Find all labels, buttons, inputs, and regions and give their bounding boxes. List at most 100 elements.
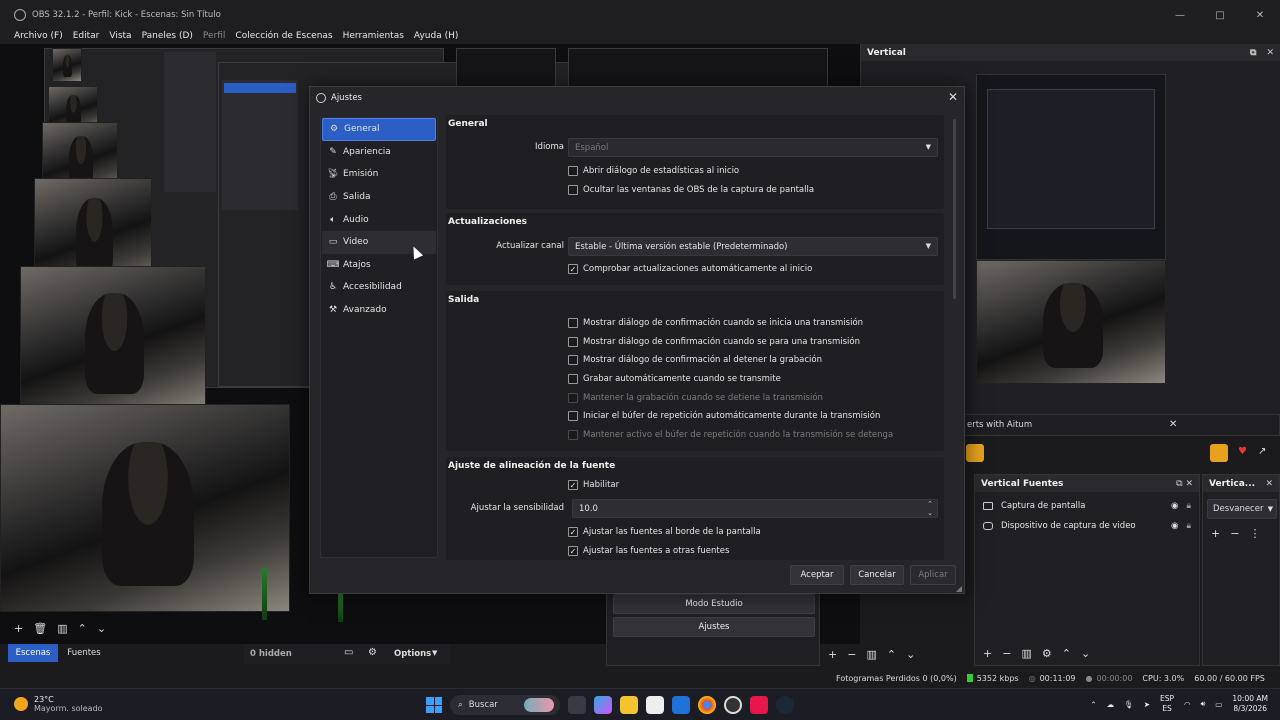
- menu-paneles[interactable]: Paneles (D): [142, 31, 193, 41]
- menu-coleccion-escenas[interactable]: Colección de Escenas: [235, 31, 332, 41]
- vertical-transitions-close-icon[interactable]: ✕: [1265, 479, 1273, 489]
- outlook-icon[interactable]: [672, 696, 690, 714]
- studio-mode-button[interactable]: Modo Estudio: [613, 594, 815, 614]
- add-transition-icon[interactable]: +: [1211, 527, 1220, 540]
- move-down-icon[interactable]: ⌄: [1081, 647, 1090, 660]
- checkbox-row[interactable]: Grabar automáticamente cuando se transmi…: [568, 374, 781, 384]
- filters-icon[interactable]: ▥: [1021, 647, 1031, 660]
- copilot-icon[interactable]: [594, 696, 612, 714]
- menu-archivo[interactable]: Archivo (F): [14, 31, 63, 41]
- move-up-icon[interactable]: ⌃: [1062, 647, 1071, 660]
- remove-transition-icon[interactable]: −: [1230, 527, 1239, 540]
- checkbox-checked[interactable]: ✓: [568, 480, 578, 490]
- checkbox[interactable]: [568, 374, 578, 384]
- menu-ayuda[interactable]: Ayuda (H): [414, 31, 458, 41]
- trash-icon[interactable]: 🗑︎: [33, 622, 47, 635]
- sidebar-item-apariencia[interactable]: ✎ Apariencia: [322, 141, 436, 164]
- task-view-icon[interactable]: [568, 696, 586, 714]
- vertical-panel-close-icon[interactable]: ✕: [1266, 48, 1274, 58]
- checkbox-row[interactable]: ✓ Habilitar: [568, 480, 619, 490]
- resize-grip-icon[interactable]: ◢: [956, 584, 962, 593]
- move-up-icon[interactable]: ⌃: [887, 648, 896, 661]
- ok-button[interactable]: Aceptar: [790, 565, 844, 585]
- filters-icon[interactable]: ▥: [57, 622, 67, 635]
- sidebar-item-audio[interactable]: 🔈︎ Audio: [322, 208, 436, 231]
- properties-gear-icon[interactable]: ⚙: [1042, 647, 1052, 660]
- settings-button[interactable]: Ajustes: [613, 617, 815, 637]
- language-select[interactable]: Español ▼: [568, 138, 938, 157]
- eye-icon[interactable]: ◉: [1171, 521, 1178, 531]
- checkbox-row[interactable]: Ocultar las ventanas de OBS de la captur…: [568, 185, 814, 195]
- sensitivity-spinbox[interactable]: 10.0 ⌃ ⌄: [572, 499, 938, 518]
- close-icon[interactable]: ✕: [948, 90, 958, 104]
- lock-icon[interactable]: 🔒︎: [1186, 521, 1191, 531]
- checkbox-checked[interactable]: ✓: [568, 527, 578, 537]
- remove-icon[interactable]: −: [847, 648, 856, 661]
- channel-select[interactable]: Estable - Última versión estable (Predet…: [568, 237, 938, 256]
- sidebar-item-avanzado[interactable]: ⚒ Avanzado: [322, 299, 436, 322]
- file-explorer-icon[interactable]: [620, 696, 638, 714]
- sidebar-item-accesibilidad[interactable]: ♿︎ Accesibilidad: [322, 276, 436, 299]
- sidebar-item-emision[interactable]: 📡︎ Emisión: [322, 163, 436, 186]
- settings-content[interactable]: General Idioma Español ▼ Abrir diálogo d…: [446, 115, 952, 560]
- more-options-icon[interactable]: ⋮: [1249, 527, 1260, 540]
- move-down-icon[interactable]: ⌄: [906, 648, 915, 661]
- checkbox-row[interactable]: Abrir diálogo de estadísticas al inicio: [568, 166, 739, 176]
- apply-button[interactable]: Aplicar: [910, 565, 956, 585]
- checkbox-checked[interactable]: ✓: [568, 546, 578, 556]
- checkbox-checked[interactable]: ✓: [568, 264, 578, 274]
- eye-icon[interactable]: ◉: [1171, 501, 1178, 511]
- transition-select[interactable]: Desvanecer ▼: [1207, 499, 1277, 519]
- dock-share-icon[interactable]: ↗: [1258, 446, 1266, 457]
- cancel-button[interactable]: Cancelar: [850, 565, 904, 585]
- checkbox-row[interactable]: ✓ Ajustar las fuentes a otras fuentes: [568, 546, 729, 556]
- checkbox-row[interactable]: Iniciar el búfer de repetición automátic…: [568, 411, 880, 421]
- menu-vista[interactable]: Vista: [109, 31, 131, 41]
- dock-heart-icon[interactable]: ♥: [1238, 446, 1247, 457]
- lock-icon[interactable]: 🔒︎: [1186, 501, 1191, 511]
- move-up-icon[interactable]: ⌃: [78, 622, 87, 635]
- store-icon[interactable]: [646, 696, 664, 714]
- tiktok-icon[interactable]: [750, 696, 768, 714]
- microphone-icon[interactable]: 🎙︎: [1124, 700, 1134, 709]
- cloud-icon[interactable]: ☁: [1107, 700, 1115, 709]
- clock[interactable]: 10:00 AM 8/3/2026: [1232, 694, 1268, 714]
- menu-perfil[interactable]: Perfil: [203, 31, 226, 41]
- sidebar-item-salida[interactable]: ⎙ Salida: [322, 186, 436, 209]
- scrollbar-thumb[interactable]: [953, 119, 956, 299]
- checkbox-row[interactable]: Mostrar diálogo de confirmación cuando s…: [568, 337, 860, 347]
- menu-editar[interactable]: Editar: [73, 31, 100, 41]
- dock-tab-close-icon[interactable]: ✕: [1169, 419, 1177, 430]
- checkbox[interactable]: [568, 185, 578, 195]
- add-source-icon[interactable]: +: [983, 647, 992, 660]
- checkbox[interactable]: [568, 355, 578, 365]
- taskbar-search[interactable]: ⌕ Buscar: [450, 695, 560, 715]
- link-icon[interactable]: ⚙: [368, 647, 377, 658]
- close-button[interactable]: ✕: [1240, 0, 1280, 30]
- minimize-button[interactable]: —: [1160, 0, 1200, 30]
- vertical-panel-float-icon[interactable]: ⧉: [1250, 48, 1256, 58]
- checkbox[interactable]: [568, 411, 578, 421]
- layout-icon[interactable]: ▭: [344, 647, 353, 658]
- source-item[interactable]: Dispositivo de captura de video ◉ 🔒︎: [975, 516, 1199, 536]
- tab-fuentes[interactable]: Fuentes: [60, 644, 108, 662]
- content-scrollbar[interactable]: [952, 115, 958, 560]
- menu-herramientas[interactable]: Herramientas: [343, 31, 404, 41]
- battery-icon[interactable]: ▭: [1215, 700, 1222, 709]
- chrome-icon[interactable]: [698, 696, 716, 714]
- windows-start-icon[interactable]: [426, 697, 442, 713]
- obs-icon[interactable]: [724, 696, 742, 714]
- move-down-icon[interactable]: ⌄: [97, 622, 106, 635]
- dock-tab-aitum[interactable]: erts with Aitum: [967, 420, 1032, 430]
- checkbox[interactable]: [568, 337, 578, 347]
- checkbox-row[interactable]: ✓ Ajustar las fuentes al borde de la pan…: [568, 527, 761, 537]
- add-icon[interactable]: +: [828, 648, 837, 661]
- checkbox[interactable]: [568, 166, 578, 176]
- wifi-icon[interactable]: ◠: [1184, 700, 1191, 709]
- checkbox[interactable]: [568, 318, 578, 328]
- dock-settings-button-icon[interactable]: [1210, 444, 1228, 462]
- volume-icon[interactable]: 🔊︎: [1201, 699, 1206, 709]
- checkbox-row[interactable]: ✓ Comprobar actualizaciones automáticame…: [568, 264, 812, 274]
- remove-source-icon[interactable]: −: [1002, 647, 1011, 660]
- options-button[interactable]: Options: [394, 649, 431, 659]
